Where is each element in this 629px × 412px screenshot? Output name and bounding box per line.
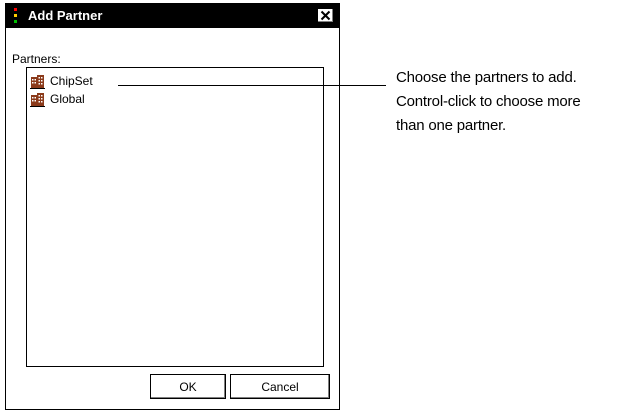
list-item-label: ChipSet	[50, 74, 93, 88]
partners-label: Partners:	[12, 52, 61, 66]
callout-line-2: Control-click to choose more	[396, 93, 581, 110]
title-bar[interactable]: Add Partner	[6, 4, 339, 28]
callout-line-3: than one partner.	[396, 117, 507, 134]
list-item-global[interactable]: Global	[30, 90, 85, 108]
dialog-title: Add Partner	[28, 8, 103, 23]
ok-button[interactable]: OK	[150, 374, 226, 399]
close-icon	[320, 10, 331, 21]
building-icon	[30, 92, 45, 107]
add-partner-dialog: Add Partner Partners: ChipSet Global OK …	[5, 3, 340, 410]
callout-line-1: Choose the partners to add.	[396, 69, 577, 86]
callout-annotation: Choose the partners to add. Control-clic…	[396, 66, 629, 138]
list-item-chipset[interactable]: ChipSet	[30, 72, 93, 90]
list-item-label: Global	[50, 92, 85, 106]
cancel-button[interactable]: Cancel	[230, 374, 330, 399]
building-icon	[30, 74, 45, 89]
partners-list[interactable]: ChipSet Global	[26, 67, 324, 367]
close-button[interactable]	[317, 8, 334, 23]
app-icon	[13, 8, 18, 24]
callout-leader-line	[118, 85, 386, 86]
